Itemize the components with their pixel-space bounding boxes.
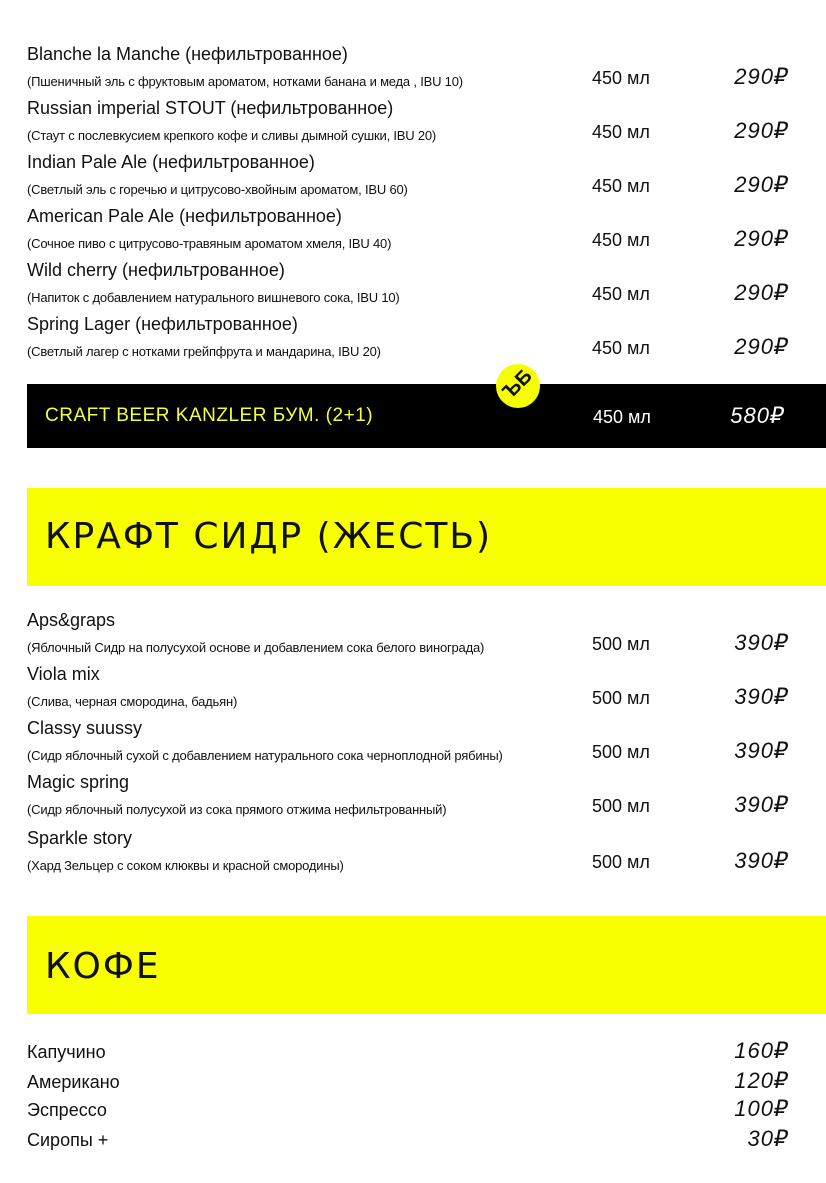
item-volume: 450 мл xyxy=(592,68,650,88)
item-volume: 500 мл xyxy=(592,796,650,816)
item-description: (Слива, черная смородина, бадьян) xyxy=(27,694,238,709)
item-price: 290₽ xyxy=(734,118,789,143)
item-price: 290₽ xyxy=(734,64,789,89)
menu-item: Эспрессо 100₽ xyxy=(27,1096,797,1128)
item-price: 30₽ xyxy=(747,1126,789,1151)
item-name: Сиропы + xyxy=(27,1130,109,1150)
item-name: Viola mix xyxy=(27,664,100,684)
item-price: 390₽ xyxy=(734,630,789,655)
item-description: (Пшеничный эль с фруктовым ароматом, нот… xyxy=(27,74,463,89)
item-price: 390₽ xyxy=(734,848,789,873)
item-volume: 450 мл xyxy=(592,122,650,142)
item-description: (Напиток с добавлением натурального вишн… xyxy=(27,290,400,305)
item-name: Spring Lager (нефильтрованное) xyxy=(27,314,298,334)
item-name: Wild cherry (нефильтрованное) xyxy=(27,260,285,280)
menu-item: Blanche la Manche (нефильтрованное) (Пше… xyxy=(27,44,797,98)
menu-item: Indian Pale Ale (нефильтрованное) (Светл… xyxy=(27,152,797,206)
menu-item: Russian imperial STOUT (нефильтрованное)… xyxy=(27,98,797,152)
item-price: 290₽ xyxy=(734,280,789,305)
item-description: (Светлый лагер с нотками грейпфрута и ма… xyxy=(27,344,381,359)
menu-item: Classy suussy (Сидр яблочный сухой с доб… xyxy=(27,718,797,772)
item-price: 100₽ xyxy=(734,1096,789,1121)
promo-title: CRAFT BEER KANZLER БУМ. (2+1) xyxy=(45,405,374,426)
item-volume: 500 мл xyxy=(592,852,650,872)
item-description: (Стаут с послевкусием крепкого кофе и сл… xyxy=(27,128,437,143)
section-title: КРАФТ СИДР (ЖЕСТЬ) xyxy=(45,516,493,557)
item-price: 390₽ xyxy=(734,684,789,709)
item-name: Classy suussy xyxy=(27,718,143,738)
section-header-cider: КРАФТ СИДР (ЖЕСТЬ) xyxy=(27,488,826,586)
item-volume: 500 мл xyxy=(592,742,650,762)
menu-item: Wild cherry (нефильтрованное) (Напиток с… xyxy=(27,260,797,314)
brand-badge-icon: ЪБ xyxy=(496,364,540,408)
item-description: (Светлый эль с горечью и цитрусово-хвойн… xyxy=(27,182,408,197)
item-name: Magic spring xyxy=(27,772,130,792)
item-name: Американо xyxy=(27,1072,120,1092)
item-name: Blanche la Manche (нефильтрованное) xyxy=(27,44,348,64)
item-name: Капучино xyxy=(27,1042,106,1062)
item-description: (Сочное пиво с цитрусово-травяным аромат… xyxy=(27,236,392,251)
item-volume: 450 мл xyxy=(592,284,650,304)
item-price: 390₽ xyxy=(734,792,789,817)
menu-item: Aps&graps (Яблочный Сидр на полусухой ос… xyxy=(27,610,797,664)
item-price: 390₽ xyxy=(734,738,789,763)
item-description: (Сидр яблочный сухой с добавлением натур… xyxy=(27,748,503,763)
menu-item: Американо 120₽ xyxy=(27,1068,797,1100)
item-volume: 450 мл xyxy=(592,338,650,358)
promo-banner: CRAFT BEER KANZLER БУМ. (2+1) 450 мл 580… xyxy=(27,384,826,448)
item-description: (Яблочный Сидр на полусухой основе и доб… xyxy=(27,640,485,655)
section-header-coffee: КОФЕ xyxy=(27,916,826,1014)
menu-item: American Pale Ale (нефильтрованное) (Соч… xyxy=(27,206,797,260)
item-volume: 500 мл xyxy=(592,688,650,708)
item-name: Эспрессо xyxy=(27,1100,107,1120)
item-price: 290₽ xyxy=(734,172,789,197)
promo-price: 580₽ xyxy=(730,403,785,428)
menu-item: Magic spring (Сидр яблочный полусухой из… xyxy=(27,772,797,826)
menu-item: Сиропы + 30₽ xyxy=(27,1126,797,1158)
item-volume: 450 мл xyxy=(592,230,650,250)
section-title: КОФЕ xyxy=(45,946,161,987)
item-name: Indian Pale Ale (нефильтрованное) xyxy=(27,152,315,172)
menu-item: Sparkle story (Хард Зельцер с соком клюк… xyxy=(27,828,797,882)
item-description: (Сидр яблочный полусухой из сока прямого… xyxy=(27,802,447,817)
item-price: 120₽ xyxy=(734,1068,789,1093)
item-description: (Хард Зельцер с соком клюквы и красной с… xyxy=(27,858,344,873)
menu-item: Viola mix (Слива, черная смородина, бадь… xyxy=(27,664,797,718)
item-volume: 450 мл xyxy=(592,176,650,196)
item-name: Russian imperial STOUT (нефильтрованное) xyxy=(27,98,394,118)
item-name: American Pale Ale (нефильтрованное) xyxy=(27,206,342,226)
item-price: 160₽ xyxy=(734,1038,789,1063)
item-price: 290₽ xyxy=(734,334,789,359)
menu-item: Spring Lager (нефильтрованное) (Светлый … xyxy=(27,314,797,368)
item-price: 290₽ xyxy=(734,226,789,251)
item-volume: 500 мл xyxy=(592,634,650,654)
item-name: Sparkle story xyxy=(27,828,133,848)
promo-volume: 450 мл xyxy=(593,407,651,427)
menu-item: Капучино 160₽ xyxy=(27,1038,797,1070)
item-name: Aps&graps xyxy=(27,610,116,630)
